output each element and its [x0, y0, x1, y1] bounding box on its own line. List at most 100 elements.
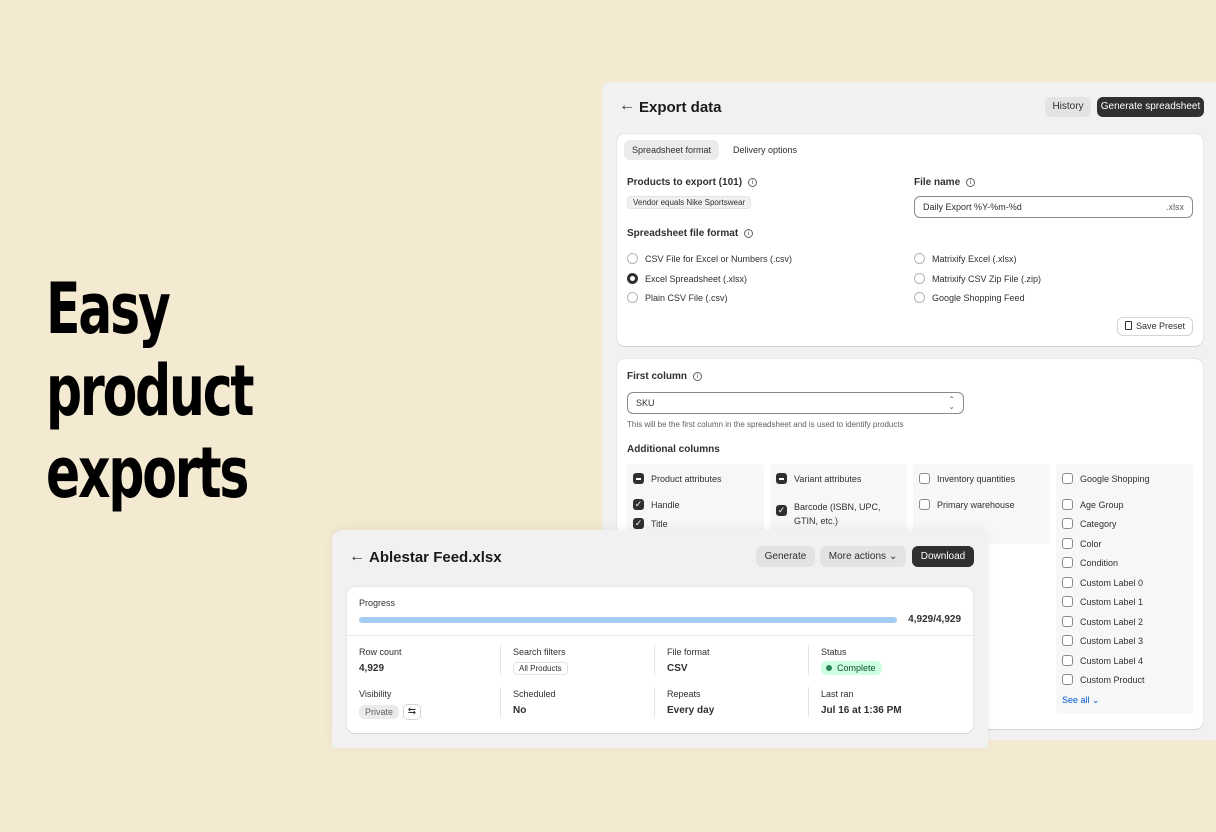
filter-chip[interactable]: Vendor equals Nike Sportswear	[627, 196, 752, 209]
radio-icon	[914, 253, 925, 265]
custom-label-4-checkbox[interactable]: Custom Label 4	[1062, 655, 1143, 667]
custom-label-0-checkbox[interactable]: Custom Label 0	[1062, 577, 1143, 589]
primary-warehouse-checkbox[interactable]: Primary warehouse	[919, 499, 1015, 511]
spreadsheet-format-label: Spreadsheet file format i	[627, 228, 754, 239]
divider	[654, 645, 655, 675]
custom-label-2-checkbox[interactable]: Custom Label 2	[1062, 616, 1143, 628]
product-attributes-checkbox[interactable]: Product attributes	[633, 473, 722, 485]
format-option-matrixify-csv[interactable]: Matrixify CSV Zip File (.zip)	[914, 273, 1041, 285]
more-actions-button[interactable]: More actions ⌄	[820, 546, 906, 567]
save-preset-button[interactable]: Save Preset	[1117, 317, 1193, 336]
hero-heading: Easy product exports	[46, 268, 255, 514]
back-arrow-icon[interactable]: ←	[619, 97, 635, 115]
progress-count: 4,929/4,929	[908, 614, 961, 625]
condition-checkbox[interactable]: Condition	[1062, 557, 1118, 569]
radio-icon	[914, 273, 925, 285]
info-icon[interactable]: i	[744, 228, 754, 238]
tab-delivery-options[interactable]: Delivery options	[725, 140, 805, 160]
divider	[500, 687, 501, 717]
generate-button[interactable]: Generate	[756, 546, 815, 567]
back-arrow-icon[interactable]: ←	[349, 548, 365, 566]
visibility-label: Visibility	[359, 689, 392, 699]
barcode-checkbox[interactable]: ✓	[776, 505, 794, 517]
google-shopping-checkbox[interactable]: Google Shopping	[1062, 473, 1150, 485]
handle-checkbox[interactable]: ✓ Handle	[633, 499, 680, 511]
search-filters-label: Search filters	[513, 647, 566, 657]
feed-summary-card: Progress 4,929/4,929 Row count 4,929 Sea…	[347, 587, 973, 733]
swap-icon[interactable]: ⇆	[403, 704, 421, 720]
checkbox-indeterminate-icon	[633, 473, 644, 485]
divider	[808, 687, 809, 717]
visibility-badge: Private	[359, 705, 400, 719]
generate-spreadsheet-button[interactable]: Generate spreadsheet	[1097, 97, 1204, 117]
divider	[808, 645, 809, 675]
format-option-google-shopping[interactable]: Google Shopping Feed	[914, 292, 1025, 304]
radio-selected-icon	[627, 273, 638, 285]
info-icon[interactable]: i	[966, 177, 976, 187]
format-option-matrixify-excel[interactable]: Matrixify Excel (.xlsx)	[914, 253, 1017, 265]
first-column-select[interactable]: SKU ⌃ ⌄	[627, 392, 964, 414]
custom-label-3-checkbox[interactable]: Custom Label 3	[1062, 635, 1143, 647]
file-name-label: File name i	[914, 177, 976, 188]
see-all-link[interactable]: See all ⌄	[1062, 695, 1100, 706]
scheduled-value: No	[513, 705, 527, 716]
radio-icon	[914, 292, 925, 304]
file-name-value: Daily Export %Y-%m-%d	[923, 202, 1022, 212]
hero-line-3: exports	[46, 432, 249, 514]
repeats-value: Every day	[667, 705, 715, 716]
title-checkbox[interactable]: ✓ Title	[633, 518, 668, 530]
file-name-input[interactable]: Daily Export %Y-%m-%d .xlsx	[914, 196, 1193, 218]
category-checkbox[interactable]: Category	[1062, 518, 1117, 530]
info-icon[interactable]: i	[693, 371, 703, 381]
format-option-xlsx[interactable]: Excel Spreadsheet (.xlsx)	[627, 273, 747, 285]
checkbox-icon	[1062, 499, 1073, 511]
first-column-label: First column i	[627, 371, 703, 382]
hero-line-1: Easy	[46, 268, 171, 350]
barcode-label: Barcode (ISBN, UPC, GTIN, etc.)	[794, 502, 881, 526]
last-ran-value: Jul 16 at 1:36 PM	[821, 705, 902, 716]
chevron-down-icon: ⌄	[1092, 695, 1100, 705]
search-filters-chip[interactable]: All Products	[513, 662, 568, 675]
custom-product-checkbox[interactable]: Custom Product	[1062, 674, 1145, 686]
checkbox-indeterminate-icon	[776, 473, 787, 485]
document-icon	[1124, 321, 1132, 331]
checkbox-icon	[1062, 538, 1073, 550]
download-button[interactable]: Download	[912, 546, 974, 567]
export-header: ← Export data History Generate spreadshe…	[602, 82, 1216, 132]
history-button[interactable]: History	[1045, 97, 1091, 117]
google-shopping-group: Google Shopping Age Group Category Color…	[1056, 464, 1193, 714]
select-chevron-icon: ⌃ ⌄	[948, 395, 955, 411]
variant-attributes-checkbox[interactable]: Variant attributes	[776, 473, 861, 485]
checkbox-icon	[919, 473, 930, 485]
custom-label-1-checkbox[interactable]: Custom Label 1	[1062, 596, 1143, 608]
tab-spreadsheet-format[interactable]: Spreadsheet format	[624, 140, 720, 160]
format-card: Spreadsheet format Delivery options Prod…	[617, 134, 1203, 346]
last-ran-label: Last ran	[821, 689, 854, 699]
status-label: Status	[821, 647, 847, 657]
file-format-label: File format	[667, 647, 710, 657]
progress-label: Progress	[359, 598, 396, 608]
checkbox-icon	[1062, 655, 1073, 667]
checkbox-icon	[919, 499, 930, 511]
first-column-value: SKU	[636, 398, 655, 408]
radio-icon	[627, 253, 638, 265]
checkbox-icon	[1062, 674, 1073, 686]
format-option-csv[interactable]: CSV File for Excel or Numbers (.csv)	[627, 253, 792, 265]
info-icon[interactable]: i	[748, 177, 758, 187]
row-count-label: Row count	[359, 647, 402, 657]
checkbox-icon	[1062, 635, 1073, 647]
checkbox-checked-icon: ✓	[633, 518, 644, 530]
radio-icon	[627, 292, 638, 304]
inventory-quantities-checkbox[interactable]: Inventory quantities	[919, 473, 1015, 485]
products-to-export-label: Products to export (101) i	[627, 177, 758, 188]
color-checkbox[interactable]: Color	[1062, 538, 1102, 550]
repeats-label: Repeats	[667, 689, 701, 699]
status-badge: Complete	[821, 661, 882, 675]
age-group-checkbox[interactable]: Age Group	[1062, 499, 1124, 511]
checkbox-checked-icon: ✓	[776, 505, 787, 517]
format-option-plain-csv[interactable]: Plain CSV File (.csv)	[627, 292, 728, 304]
divider	[500, 645, 501, 675]
scheduled-label: Scheduled	[513, 689, 556, 699]
file-format-value: CSV	[667, 663, 688, 674]
progress-bar-fill	[359, 617, 897, 623]
